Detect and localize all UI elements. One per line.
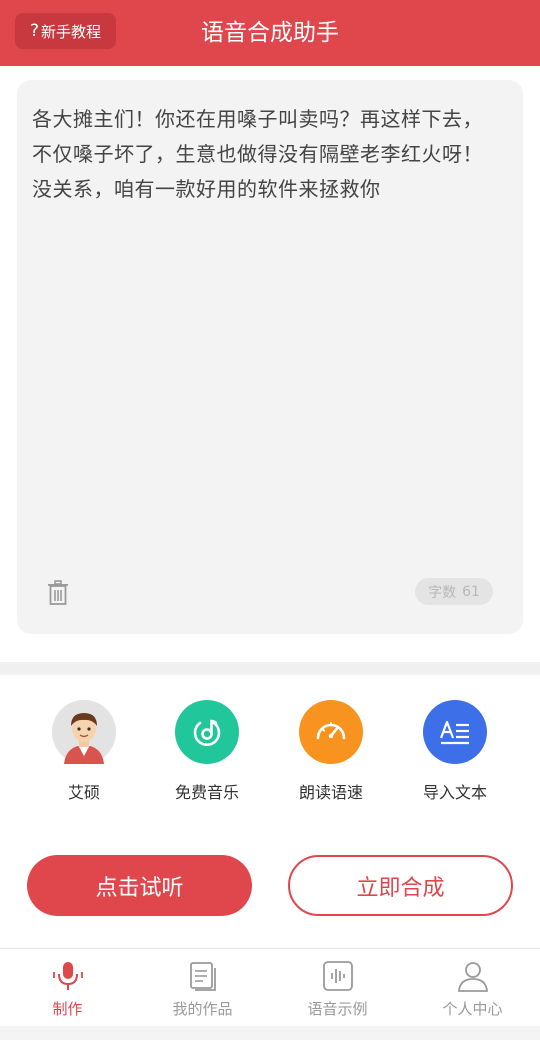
microphone-icon <box>51 959 85 993</box>
editor-line: 各大摊主们！你还在用嗓子叫卖吗？再这样下去， <box>32 107 483 131</box>
tab-my-works[interactable]: 我的作品 <box>135 959 270 1019</box>
free-music-button[interactable]: 免费音乐 <box>147 700 267 803</box>
import-text-button[interactable]: 导入文本 <box>395 700 515 803</box>
user-icon <box>456 959 490 993</box>
avatar-icon <box>52 700 116 764</box>
word-count-badge: 字数 61 <box>415 578 493 605</box>
tab-voice-samples[interactable]: 语音示例 <box>270 959 405 1019</box>
reading-speed-label: 朗读语速 <box>298 783 363 802</box>
import-text-label: 导入文本 <box>422 783 487 802</box>
free-music-label: 免费音乐 <box>174 783 239 802</box>
voice-label: 艾硕 <box>67 783 100 802</box>
page-title: 语音合成助手 <box>201 20 339 46</box>
reading-speed-button[interactable]: 朗读语速 <box>271 700 391 803</box>
trash-icon[interactable] <box>47 580 69 606</box>
editor-line: 没关系，咱有一款好用的软件来拯救你 <box>32 177 381 201</box>
tab-profile[interactable]: 个人中心 <box>405 959 540 1019</box>
editor-section: 各大摊主们！你还在用嗓子叫卖吗？再这样下去， 不仅嗓子坏了，生意也做得没有隔壁老… <box>0 66 540 662</box>
synthesize-button[interactable]: 立即合成 <box>288 855 513 916</box>
tab-label: 我的作品 <box>172 1000 233 1018</box>
files-icon <box>186 959 220 993</box>
section-divider <box>0 662 540 675</box>
text-editor[interactable]: 各大摊主们！你还在用嗓子叫卖吗？再这样下去， 不仅嗓子坏了，生意也做得没有隔壁老… <box>17 80 523 634</box>
voice-selector[interactable]: 艾硕 <box>24 700 144 803</box>
tab-label: 语音示例 <box>307 1000 368 1018</box>
feature-row: 艾硕 免费音乐 朗读语速 导入文本 <box>0 675 540 825</box>
editor-text[interactable]: 各大摊主们！你还在用嗓子叫卖吗？再这样下去， 不仅嗓子坏了，生意也做得没有隔壁老… <box>32 102 512 207</box>
music-icon <box>175 700 239 764</box>
bottom-strip <box>0 1026 540 1040</box>
tab-create[interactable]: 制作 <box>0 959 135 1019</box>
import-text-icon <box>423 700 487 764</box>
word-count-label: 字数 <box>428 584 457 601</box>
bottom-tab-bar: 制作 我的作品 语音示例 个人中心 <box>0 948 540 1026</box>
app-header: ? 新手教程 语音合成助手 <box>0 0 540 66</box>
audio-wave-icon <box>321 959 355 993</box>
speedometer-icon <box>299 700 363 764</box>
tab-label: 个人中心 <box>442 1000 503 1018</box>
editor-line: 不仅嗓子坏了，生意也做得没有隔壁老李红火呀！ <box>32 142 483 166</box>
tab-label: 制作 <box>52 1000 83 1018</box>
word-count-value: 61 <box>462 583 480 600</box>
preview-button[interactable]: 点击试听 <box>27 855 252 916</box>
